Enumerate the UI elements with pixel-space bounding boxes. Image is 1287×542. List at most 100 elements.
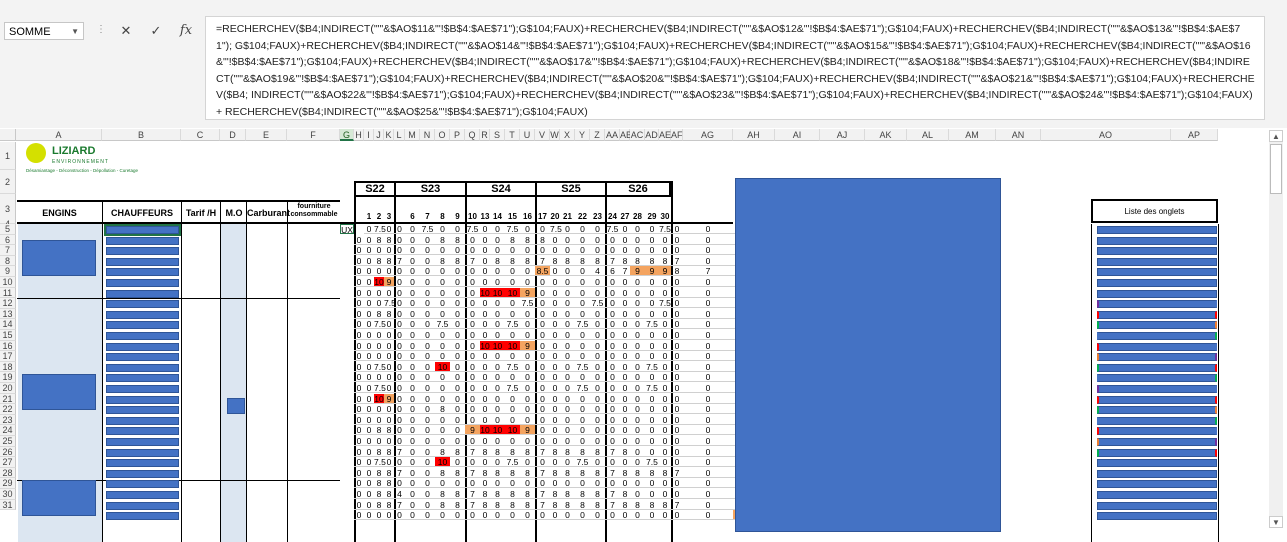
grid-cell[interactable]: 0	[435, 372, 450, 383]
column-header-i[interactable]: I	[364, 129, 374, 141]
grid-cell[interactable]: 0	[364, 425, 374, 436]
grid-cell[interactable]: 0	[671, 436, 683, 446]
grid-cell[interactable]: 0	[394, 510, 405, 521]
grid-cell[interactable]: 0	[480, 245, 490, 256]
chauffeur-cell[interactable]	[106, 236, 179, 245]
grid-cell[interactable]: 0	[490, 330, 505, 340]
grid-cell[interactable]: 0	[480, 457, 490, 468]
grid-cell[interactable]: 0	[560, 362, 575, 372]
row-header-26[interactable]: 26	[0, 446, 16, 458]
grid-cell[interactable]: 0	[374, 351, 384, 362]
grid-cell[interactable]: 0	[630, 489, 645, 499]
grid-cell[interactable]: 0	[659, 510, 671, 521]
column-header-e[interactable]: E	[246, 129, 287, 141]
grid-cell[interactable]: 7.5	[374, 457, 386, 468]
grid-cell[interactable]: 7.5	[505, 383, 520, 393]
grid-cell[interactable]: 0	[590, 309, 605, 319]
grid-cell[interactable]: 8	[450, 256, 465, 266]
grid-cell[interactable]: 0	[535, 319, 550, 330]
chauffeur-cell[interactable]	[106, 353, 179, 362]
grid-cell[interactable]: 8	[374, 235, 384, 245]
grid-cell[interactable]: 0	[605, 330, 620, 340]
grid-cell[interactable]: 0	[420, 298, 435, 309]
grid-cell[interactable]: 0	[354, 372, 364, 383]
grid-cell[interactable]: 7.5	[520, 298, 535, 309]
grid-cell[interactable]: 0	[645, 245, 659, 256]
onglet-cell[interactable]	[1097, 279, 1217, 287]
grid-cell[interactable]: 0	[354, 447, 364, 457]
row-header-20[interactable]: 20	[0, 383, 16, 394]
grid-cell[interactable]: 8	[659, 256, 671, 266]
grid-cell[interactable]: 0	[364, 277, 374, 287]
grid-cell[interactable]: 8	[374, 478, 384, 489]
grid-cell[interactable]: 7.5	[645, 383, 659, 393]
grid-cell[interactable]: 0	[405, 298, 420, 309]
grid-cell[interactable]: 0	[575, 351, 590, 362]
grid-cell[interactable]: 7.5	[505, 319, 520, 330]
grid-cell[interactable]: 0	[630, 351, 645, 362]
grid-cell[interactable]: 0	[480, 351, 490, 362]
grid-cell[interactable]: 0	[465, 510, 480, 521]
select-all-corner[interactable]	[0, 129, 16, 141]
grid-cell[interactable]: 0	[405, 436, 420, 446]
grid-cell[interactable]: 7.5	[505, 362, 520, 372]
grid-cell[interactable]: 0	[420, 235, 435, 245]
grid-cell[interactable]: 7	[605, 447, 620, 457]
grid-cell[interactable]: 7	[465, 256, 480, 266]
grid-cell[interactable]: 8	[645, 500, 659, 510]
grid-cell[interactable]: 0	[535, 415, 550, 425]
column-header-al[interactable]: AL	[907, 129, 949, 141]
grid-cell[interactable]: 7	[535, 468, 550, 478]
grid-cell[interactable]: 0	[550, 478, 560, 489]
grid-cell[interactable]: 0	[354, 288, 364, 298]
grid-cell[interactable]: 0	[671, 457, 683, 468]
grid-cell[interactable]: 7.5	[575, 362, 590, 372]
grid-cell[interactable]: 0	[620, 319, 630, 330]
grid-cell[interactable]: 7	[535, 489, 550, 499]
grid-cell[interactable]: 9	[520, 287, 535, 298]
grid-cell[interactable]: 0	[490, 319, 505, 330]
grid-cell[interactable]: 0	[683, 436, 733, 446]
grid-cell[interactable]: 8	[620, 256, 630, 266]
grid-cell[interactable]: 7	[465, 500, 480, 510]
row-header-5[interactable]: 5	[0, 224, 16, 235]
grid-cell[interactable]: 0	[480, 277, 490, 287]
grid-cell[interactable]: 0	[394, 436, 405, 446]
grid-cell[interactable]: 0	[590, 425, 605, 436]
grid-cell[interactable]: 0	[550, 351, 560, 362]
grid-cell[interactable]: 0	[465, 362, 480, 372]
grid-cell[interactable]: 0	[683, 298, 733, 309]
grid-cell[interactable]: 0	[450, 404, 465, 415]
grid-cell[interactable]: 0	[560, 394, 575, 404]
grid-cell[interactable]: 0	[435, 224, 450, 234]
grid-cell[interactable]: 0	[384, 383, 394, 393]
grid-cell[interactable]: 0	[590, 245, 605, 256]
grid-cell[interactable]: 0	[364, 362, 374, 372]
grid-cell[interactable]: 7.5	[550, 224, 562, 234]
grid-cell[interactable]: 0	[535, 330, 550, 340]
grid-cell[interactable]: 7	[620, 266, 630, 277]
grid-cell[interactable]: 0	[671, 394, 683, 404]
grid-cell[interactable]: 0	[645, 489, 659, 499]
grid-cell[interactable]: 8	[620, 489, 630, 499]
grid-cell[interactable]: 0	[450, 478, 465, 489]
grid-cell[interactable]: 0	[420, 415, 435, 425]
grid-cell[interactable]: 0	[354, 383, 364, 393]
grid-cell[interactable]: 0	[560, 351, 575, 362]
grid-cell[interactable]: 8	[374, 500, 384, 510]
grid-cell[interactable]: 0	[659, 394, 671, 404]
grid-cell[interactable]: 0	[405, 447, 420, 457]
onglet-cell[interactable]	[1097, 501, 1217, 510]
grid-cell[interactable]: 7	[671, 500, 683, 510]
grid-cell[interactable]: 0	[420, 351, 435, 362]
grid-cell[interactable]: 0	[394, 277, 405, 287]
grid-cell[interactable]: 0	[364, 298, 374, 309]
grid-cell[interactable]: 0	[374, 436, 384, 446]
column-header-g[interactable]: G	[340, 129, 354, 141]
onglet-cell[interactable]	[1097, 385, 1217, 393]
grid-cell[interactable]: 0	[560, 330, 575, 340]
grid-cell[interactable]: 0	[659, 457, 671, 468]
grid-cell[interactable]: 0	[659, 319, 671, 330]
grid-cell[interactable]: 0	[671, 309, 683, 319]
grid-cell[interactable]: 0	[550, 457, 560, 468]
